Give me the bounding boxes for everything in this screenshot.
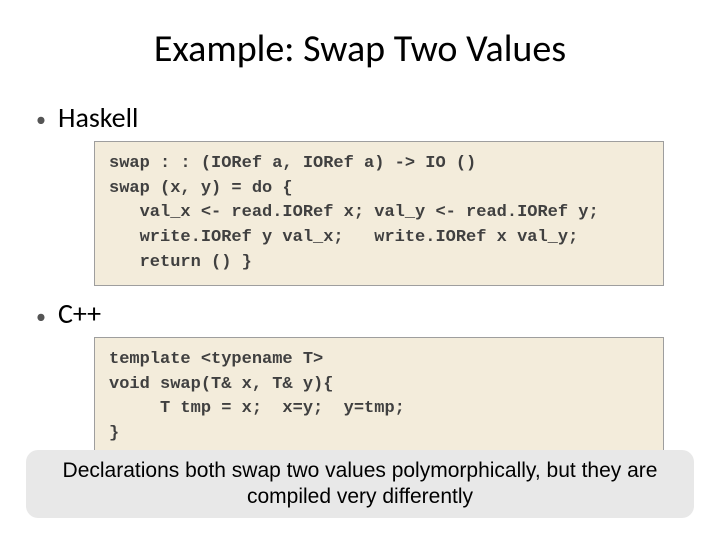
code-block-cpp: template <typename T> void swap(T& x, T&… [94,337,664,458]
bullet-dot-icon: • [36,307,58,327]
code-block-haskell: swap : : (IORef a, IORef a) -> IO () swa… [94,141,664,286]
bullet-haskell: •Haskell [30,100,690,135]
bullet-cpp: •C++ [30,296,690,331]
bullet-cpp-label: C++ [58,296,101,331]
page-title: Example: Swap Two Values [30,26,690,72]
slide: Example: Swap Two Values •Haskell swap :… [0,0,720,540]
bullet-dot-icon: • [36,110,58,130]
caption-text: Declarations both swap two values polymo… [63,459,658,508]
bullet-haskell-label: Haskell [58,100,138,135]
caption-box: Declarations both swap two values polymo… [26,450,694,519]
